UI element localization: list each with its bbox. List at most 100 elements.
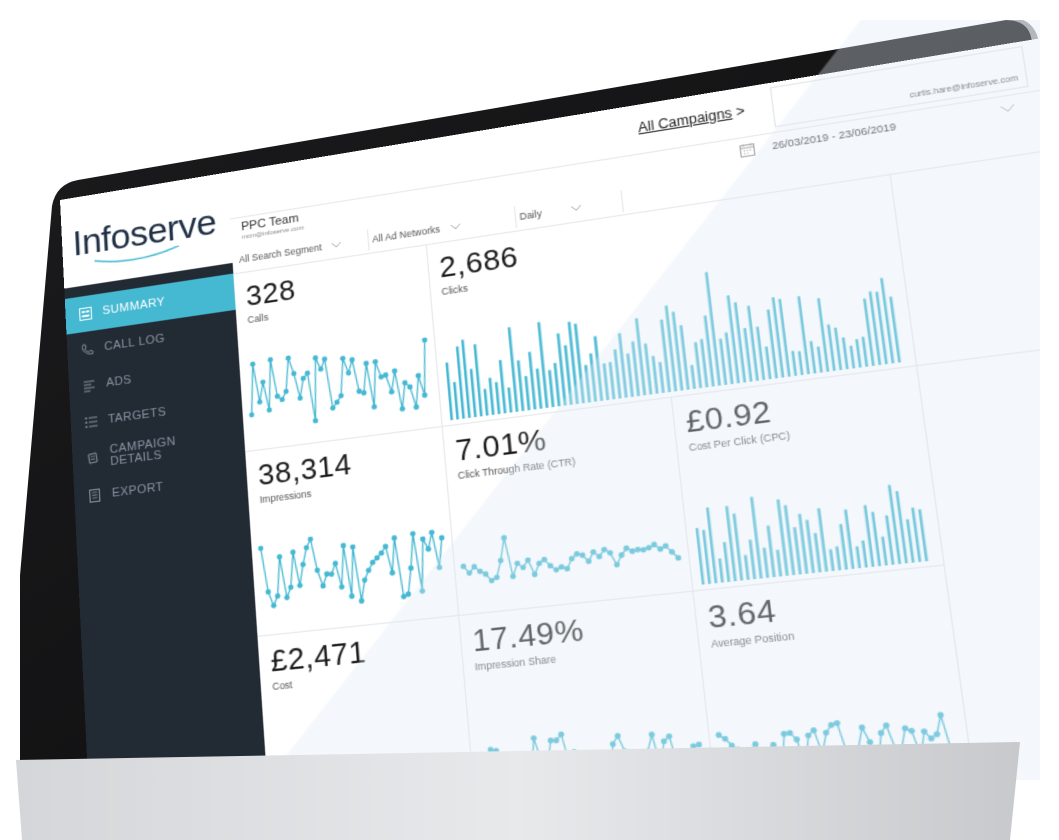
kpi-value: 328 bbox=[244, 272, 297, 313]
chart-bar bbox=[690, 364, 696, 390]
chart-point bbox=[349, 356, 356, 363]
chart-point bbox=[363, 360, 370, 367]
chart-bar bbox=[718, 558, 724, 583]
chart-point bbox=[613, 561, 621, 568]
kpi-value: £2,471 bbox=[269, 633, 368, 679]
chart-point bbox=[290, 370, 297, 377]
chart-point bbox=[640, 546, 647, 553]
frequency-value: Daily bbox=[518, 207, 543, 223]
chart-bar bbox=[797, 351, 804, 376]
chart-point bbox=[413, 404, 420, 411]
chart-point bbox=[276, 553, 283, 560]
chart-bar bbox=[469, 368, 477, 418]
chevron-down-icon[interactable] bbox=[999, 103, 1016, 115]
ad-networks-value: All Ad Networks bbox=[371, 223, 441, 245]
chart-point bbox=[780, 730, 788, 738]
chart-bar bbox=[445, 362, 454, 421]
chart-point bbox=[303, 544, 310, 551]
chart-point bbox=[908, 727, 916, 735]
chart-point bbox=[248, 411, 255, 418]
chart-point bbox=[409, 530, 416, 537]
chart-point bbox=[901, 725, 909, 732]
sidebar-item-label: TARGETS bbox=[107, 404, 167, 426]
chart-point bbox=[317, 366, 324, 373]
chart-bar bbox=[809, 340, 817, 374]
targets-icon bbox=[83, 414, 99, 431]
chart-bar bbox=[726, 295, 740, 384]
chart-point bbox=[345, 369, 352, 376]
chart-point bbox=[421, 392, 428, 399]
chart-point bbox=[388, 388, 395, 395]
chart-point bbox=[399, 405, 406, 412]
chart-bar bbox=[849, 345, 856, 369]
chart-point bbox=[270, 602, 277, 609]
chart-point bbox=[391, 367, 398, 375]
chart-bar bbox=[507, 387, 513, 413]
chart-point bbox=[287, 584, 294, 591]
sidebar-item-label: EXPORT bbox=[111, 479, 164, 500]
chart-point bbox=[349, 543, 356, 551]
chart-bar bbox=[553, 362, 561, 407]
chart-bar bbox=[535, 368, 543, 409]
chart-point bbox=[629, 548, 636, 555]
chart-point bbox=[314, 567, 321, 574]
kpi-tile-ctr[interactable]: 7.01% Click Through Rate (CTR) bbox=[441, 396, 694, 617]
chart-bar bbox=[453, 381, 460, 420]
chart-bar bbox=[839, 523, 848, 570]
chart-bar bbox=[855, 338, 862, 368]
sidebar-item-label: ADS bbox=[105, 372, 132, 390]
chart-point bbox=[267, 356, 274, 363]
sidebar-item-label: CAMPAIGN DETAILS bbox=[109, 434, 177, 469]
user-account-box[interactable]: curtis.hare@infoserve.com bbox=[769, 45, 1029, 128]
chart-point bbox=[312, 354, 319, 361]
kpi-tile-empty bbox=[889, 140, 1040, 367]
chart-bar bbox=[488, 377, 495, 415]
kpi-value: 38,314 bbox=[256, 446, 353, 492]
breadcrumb-all-campaigns-link[interactable]: All Campaigns bbox=[637, 105, 733, 136]
kpi-value: 2,686 bbox=[437, 239, 520, 285]
chart-point bbox=[312, 417, 319, 424]
kpi-tile-calls[interactable]: 328 Calls bbox=[233, 244, 443, 453]
chart-bar bbox=[771, 297, 785, 378]
logo-area: Infoserve bbox=[60, 172, 233, 289]
kpi-value: 3.64 bbox=[705, 591, 779, 636]
chart-bar bbox=[664, 305, 678, 392]
chart-bar bbox=[887, 484, 902, 565]
chart-bar bbox=[483, 388, 489, 416]
chart-bar bbox=[813, 532, 822, 573]
chart-point bbox=[285, 355, 292, 362]
chevron-down-icon bbox=[570, 204, 583, 212]
chart-point bbox=[320, 582, 327, 589]
sidebar-item-label: SUMMARY bbox=[102, 295, 166, 318]
export-icon bbox=[87, 487, 103, 504]
chart-point bbox=[500, 534, 508, 541]
chart-bar bbox=[699, 338, 709, 388]
chart-point bbox=[260, 379, 266, 386]
chart-point bbox=[438, 534, 445, 541]
chart-point bbox=[558, 563, 565, 571]
chart-bar bbox=[626, 353, 634, 398]
chart-bar bbox=[748, 539, 757, 580]
chart-point bbox=[297, 395, 304, 402]
chart-bar bbox=[651, 355, 659, 394]
kpi-tile-impressions[interactable]: 38,314 Impressions bbox=[245, 425, 460, 637]
chart-point bbox=[391, 534, 398, 542]
chart-point bbox=[421, 337, 428, 344]
impressions-sparkline bbox=[257, 506, 458, 636]
chart-point bbox=[530, 735, 537, 742]
chart-point bbox=[365, 567, 372, 574]
chart-bar bbox=[613, 349, 622, 399]
chart-point bbox=[389, 569, 396, 576]
chart-point bbox=[648, 731, 656, 738]
user-email: curtis.hare@infoserve.com bbox=[909, 74, 1019, 101]
chart-point bbox=[321, 356, 328, 363]
chart-point bbox=[425, 545, 432, 553]
chart-bar bbox=[743, 554, 750, 580]
kpi-label: Cost bbox=[271, 678, 293, 693]
chart-bar bbox=[841, 337, 849, 370]
kpi-tile-cpc[interactable]: £0.92 Cost Per Click (CPC) bbox=[670, 365, 945, 592]
chart-point bbox=[564, 565, 571, 572]
campaign-details-icon bbox=[85, 450, 101, 467]
chart-point bbox=[606, 549, 614, 557]
chart-point bbox=[300, 561, 306, 568]
